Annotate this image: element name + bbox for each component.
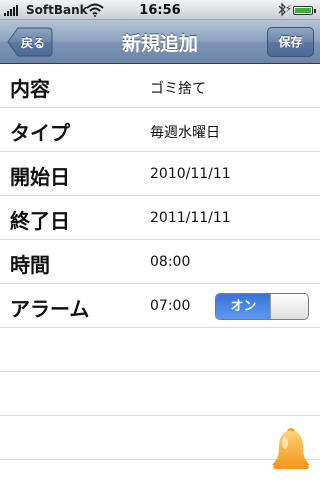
back-button-label: 戻る	[21, 36, 46, 50]
row-label: アラーム	[10, 297, 90, 321]
form-table: 内容 ゴミ捨て タイプ 毎週水曜日 開始日 2010/11/11 終了日 201…	[0, 64, 320, 460]
row-label: 開始日	[10, 165, 70, 189]
battery-icon: ⚡	[285, 4, 316, 15]
row-label: 時間	[10, 253, 50, 277]
row-end-date[interactable]: 終了日 2011/11/11	[0, 196, 320, 240]
row-label: タイプ	[10, 121, 70, 145]
save-button[interactable]: 保存	[267, 27, 314, 57]
row-time[interactable]: 時間 08:00	[0, 240, 320, 284]
row-value: 2010/11/11	[150, 166, 231, 182]
toggle-knob[interactable]	[270, 294, 308, 319]
page-title: 新規追加	[121, 33, 198, 55]
empty-row	[0, 372, 320, 416]
back-button[interactable]: 戻る	[7, 27, 53, 57]
bell-icon[interactable]	[270, 425, 312, 477]
status-bar: SoftBank 16:56 ⚡	[0, 0, 320, 20]
toggle-on-label: オン	[216, 294, 271, 319]
row-start-date[interactable]: 開始日 2010/11/11	[0, 152, 320, 196]
row-value: 08:00	[150, 254, 191, 270]
row-value: 毎週水曜日	[150, 125, 220, 141]
row-content[interactable]: 内容 ゴミ捨て	[0, 64, 320, 108]
navigation-bar: 戻る 新規追加 保存	[0, 20, 320, 64]
row-type[interactable]: タイプ 毎週水曜日	[0, 108, 320, 152]
row-value: 2011/11/11	[150, 210, 231, 226]
alarm-toggle[interactable]: オン	[215, 293, 309, 320]
row-label: 終了日	[10, 209, 70, 233]
row-value: ゴミ捨て	[150, 81, 206, 97]
status-time: 16:56	[139, 3, 181, 18]
row-alarm[interactable]: アラーム 07:00 オン	[0, 284, 320, 328]
empty-row	[0, 328, 320, 372]
charging-bolt-icon: ⚡	[285, 4, 293, 15]
row-label: 内容	[10, 77, 50, 101]
row-value: 07:00	[150, 298, 191, 314]
